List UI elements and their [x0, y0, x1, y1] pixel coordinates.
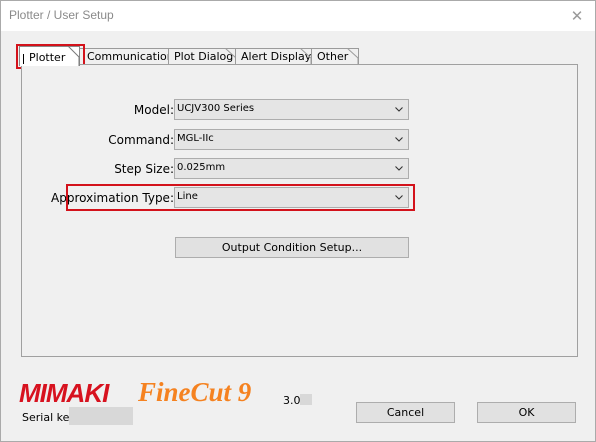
- tab-other[interactable]: Other: [311, 48, 359, 65]
- chevron-down-icon: [395, 107, 403, 112]
- tab-label: Other: [317, 50, 349, 63]
- redacted-serial-patch: [69, 407, 133, 425]
- model-select[interactable]: UCJV300 Series: [174, 99, 409, 120]
- version-text: 3.0: [283, 394, 301, 407]
- tab-focus-marker: [23, 54, 24, 64]
- command-value: MGL-IIc: [177, 133, 214, 144]
- ok-label: OK: [518, 406, 535, 419]
- tab-slant-icon: [347, 48, 359, 65]
- chevron-down-icon: [395, 137, 403, 142]
- close-button[interactable]: ✕: [559, 1, 595, 31]
- output-condition-setup-label: Output Condition Setup...: [221, 241, 363, 254]
- tab-label: Plotter: [29, 51, 66, 64]
- cancel-label: Cancel: [386, 406, 425, 419]
- step-size-label: Step Size:: [114, 162, 174, 176]
- tab-communication[interactable]: Communication: [78, 48, 182, 65]
- window-title: Plotter / User Setup: [9, 8, 114, 22]
- tab-plotter[interactable]: Plotter: [19, 46, 80, 66]
- model-label: Model:: [133, 103, 174, 117]
- close-icon: ✕: [570, 7, 584, 25]
- ok-button[interactable]: OK: [477, 402, 576, 423]
- finecut-logo: FineCut 9: [138, 377, 252, 407]
- step-size-select[interactable]: 0.025mm: [174, 158, 409, 179]
- command-label: Command:: [108, 133, 174, 147]
- redacted-version-patch: [300, 394, 312, 405]
- output-condition-setup-button[interactable]: Output Condition Setup...: [175, 237, 409, 258]
- title-bar: Plotter / User Setup ✕: [1, 1, 595, 31]
- tab-alert-display[interactable]: Alert Display: [235, 48, 312, 65]
- tab-slant-icon: [68, 46, 80, 66]
- model-value: UCJV300 Series: [177, 103, 255, 114]
- plotter-user-setup-dialog: Plotter / User Setup ✕ Plotter Communica…: [0, 0, 596, 442]
- tab-plot-dialog[interactable]: Plot Dialog: [168, 48, 237, 65]
- approximation-type-highlight: [66, 184, 415, 211]
- step-size-value: 0.025mm: [177, 162, 226, 173]
- chevron-down-icon: [395, 166, 403, 171]
- command-select[interactable]: MGL-IIc: [174, 129, 409, 150]
- mimaki-logo: MIMAKI: [19, 378, 109, 408]
- tab-label: Communication: [87, 50, 174, 63]
- cancel-button[interactable]: Cancel: [356, 402, 455, 423]
